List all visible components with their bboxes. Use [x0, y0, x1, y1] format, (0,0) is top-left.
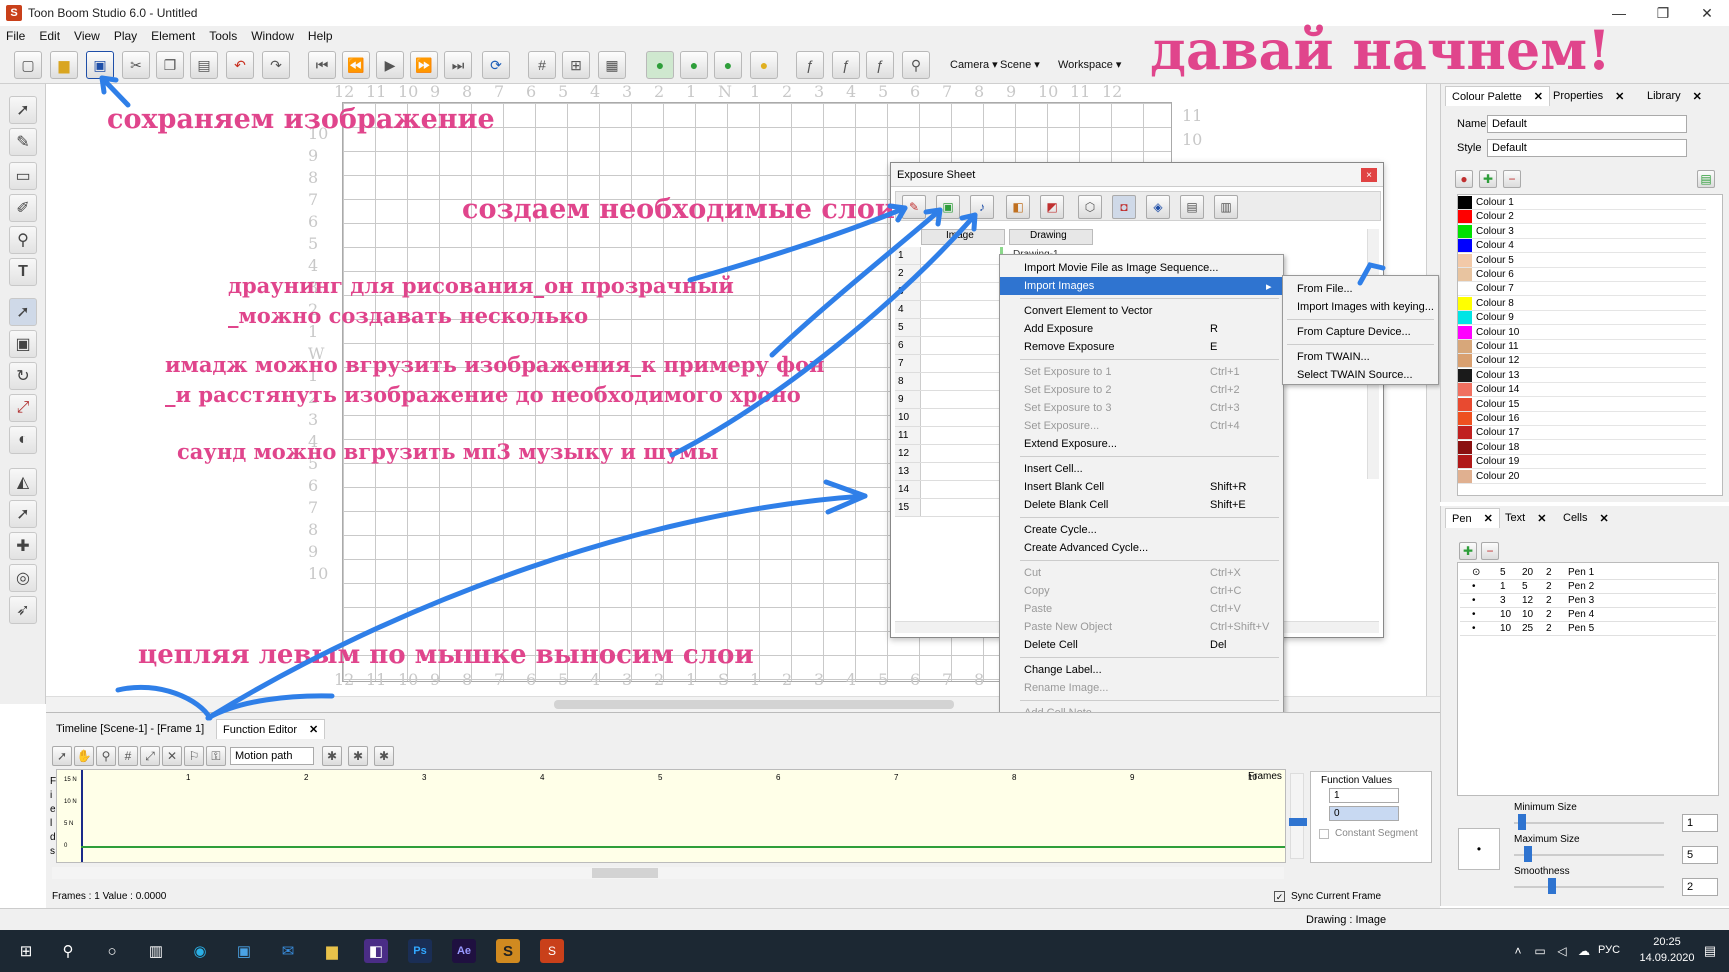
arrow-drag-upper — [205, 493, 868, 721]
arrow-sound — [669, 212, 978, 458]
arrow-image — [769, 207, 943, 358]
arrow-drag-left — [115, 684, 213, 721]
arrow-drag-right — [205, 693, 335, 721]
arrow-submenu-check — [1357, 262, 1386, 286]
annotation-arrows — [99, 75, 1386, 721]
